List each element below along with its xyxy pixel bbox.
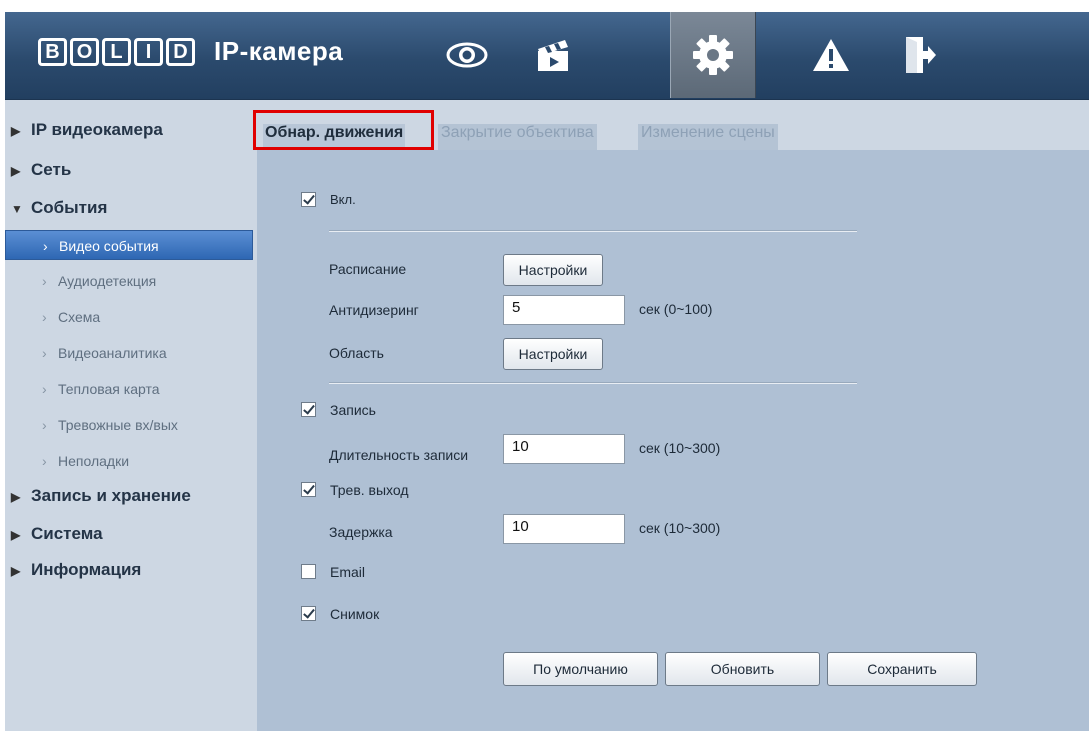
tab-scene-change[interactable]: Изменение сцены	[638, 124, 778, 150]
sidebar-item-label: Система	[31, 524, 103, 543]
gear-icon	[693, 35, 733, 75]
nav-settings-button[interactable]	[670, 12, 756, 98]
sidebar-subitem-alarm-io[interactable]: › Тревожные вх/вых	[5, 410, 253, 440]
snapshot-label: Снимок	[330, 606, 380, 622]
sidebar-subitem-heat-map[interactable]: › Тепловая карта	[5, 374, 253, 404]
divider	[329, 382, 857, 384]
brand-logo: B O L I D	[38, 37, 198, 66]
exit-door-icon	[906, 37, 936, 73]
delay-input[interactable]: 10	[503, 514, 625, 544]
sidebar-item-label: Запись и хранение	[31, 486, 191, 505]
sidebar-subitem-abnormality[interactable]: › Неполадки	[5, 446, 253, 476]
nav-alarm-button[interactable]	[788, 12, 874, 98]
tab-motion-detection[interactable]: Обнар. движения	[263, 124, 406, 150]
sidebar-subitem-label: Тревожные вх/вых	[58, 417, 178, 433]
antidither-input[interactable]: 5	[503, 295, 625, 325]
enable-checkbox[interactable]	[301, 192, 316, 207]
brand-letter: I	[134, 37, 163, 66]
sidebar-subitem-video-events[interactable]: › Видео события	[5, 230, 253, 260]
alarm-output-label: Трев. выход	[330, 482, 409, 498]
triangle-right-icon: ▶	[11, 564, 21, 578]
snapshot-checkbox[interactable]	[301, 606, 316, 621]
sidebar-item-network[interactable]: ▶ Сеть	[11, 158, 71, 182]
sidebar-subitem-label: Неполадки	[58, 453, 130, 469]
record-duration-hint: сек (10~300)	[639, 440, 721, 456]
record-duration-input[interactable]: 10	[503, 434, 625, 464]
chevron-right-icon: ›	[42, 417, 47, 433]
tab-lens-cover[interactable]: Закрытие объектива	[438, 124, 597, 150]
alarm-output-checkbox[interactable]	[301, 482, 316, 497]
brand-letter: D	[166, 37, 195, 66]
enable-label: Вкл.	[330, 192, 356, 207]
email-checkbox[interactable]	[301, 564, 316, 579]
brand-letter: B	[38, 37, 67, 66]
header-bar: B O L I D IP-камера	[5, 12, 1089, 100]
sidebar-subitem-video-analytics[interactable]: › Видеоаналитика	[5, 338, 253, 368]
eye-icon	[446, 42, 488, 68]
sidebar-subitem-audio-detection[interactable]: › Аудиодетекция	[5, 266, 253, 296]
chevron-right-icon: ›	[42, 273, 47, 289]
triangle-right-icon: ▶	[11, 490, 21, 504]
triangle-right-icon: ▶	[11, 124, 21, 138]
chevron-right-icon: ›	[42, 345, 47, 361]
sidebar-item-events[interactable]: ▼ События	[11, 196, 107, 220]
app-window: B O L I D IP-камера ▶ IP видеокамера ▶ С…	[5, 12, 1089, 731]
sidebar-item-system[interactable]: ▶ Система	[11, 522, 103, 546]
brand-letter: L	[102, 37, 131, 66]
sidebar-subitem-scheme[interactable]: › Схема	[5, 302, 253, 332]
sidebar-subitem-label: Видео события	[59, 238, 159, 254]
sidebar: ▶ IP видеокамера ▶ Сеть ▼ События › Видео со…	[5, 100, 257, 731]
chevron-right-icon: ›	[42, 309, 47, 325]
sidebar-subitem-label: Тепловая карта	[58, 381, 160, 397]
tab-bar: Обнар. движения Закрытие объектива Измен…	[257, 100, 1089, 150]
schedule-label: Расписание	[329, 261, 407, 277]
sidebar-item-storage[interactable]: ▶ Запись и хранение	[11, 484, 191, 508]
antidither-hint: сек (0~100)	[639, 301, 713, 317]
email-label: Email	[330, 564, 366, 580]
product-title: IP-камера	[214, 36, 344, 66]
default-button[interactable]: По умолчанию	[503, 652, 658, 686]
delay-label: Задержка	[329, 524, 393, 540]
triangle-right-icon: ▶	[11, 164, 21, 178]
chevron-right-icon: ›	[42, 453, 47, 469]
delay-hint: сек (10~300)	[639, 520, 721, 536]
nav-preview-button[interactable]	[424, 12, 510, 98]
triangle-down-icon: ▼	[11, 202, 23, 216]
area-settings-button[interactable]: Настройки	[503, 338, 603, 370]
sidebar-item-label: Сеть	[31, 160, 72, 179]
clapperboard-icon	[538, 40, 568, 71]
divider	[329, 230, 857, 232]
refresh-button[interactable]: Обновить	[665, 652, 820, 686]
save-button[interactable]: Сохранить	[827, 652, 977, 686]
chevron-right-icon: ›	[43, 238, 48, 254]
sidebar-item-information[interactable]: ▶ Информация	[11, 558, 141, 582]
chevron-right-icon: ›	[42, 381, 47, 397]
schedule-settings-button[interactable]: Настройки	[503, 254, 603, 286]
sidebar-item-ip-camera[interactable]: ▶ IP видеокамера	[11, 118, 163, 142]
triangle-right-icon: ▶	[11, 528, 21, 542]
antidither-label: Антидизеринг	[329, 302, 419, 318]
sidebar-item-label: Информация	[31, 560, 142, 579]
nav-playback-button[interactable]	[510, 12, 596, 98]
record-label: Запись	[330, 402, 376, 418]
warning-icon	[813, 39, 849, 71]
sidebar-item-label: IP видеокамера	[31, 120, 163, 139]
nav-logout-button[interactable]	[877, 12, 963, 98]
logo: B O L I D IP-камера	[38, 36, 343, 67]
sidebar-item-label: События	[31, 198, 108, 217]
sidebar-subitem-label: Аудиодетекция	[58, 273, 157, 289]
record-duration-label: Длительность записи	[329, 447, 469, 463]
brand-letter: O	[70, 37, 99, 66]
record-checkbox[interactable]	[301, 402, 316, 417]
sidebar-subitem-label: Видеоаналитика	[58, 345, 167, 361]
sidebar-subitem-label: Схема	[58, 309, 101, 325]
main-content: Обнар. движения Закрытие объектива Измен…	[257, 100, 1089, 731]
settings-panel: Вкл. Расписание Настройки Антидизеринг 5…	[257, 150, 1089, 731]
area-label: Область	[329, 345, 384, 361]
